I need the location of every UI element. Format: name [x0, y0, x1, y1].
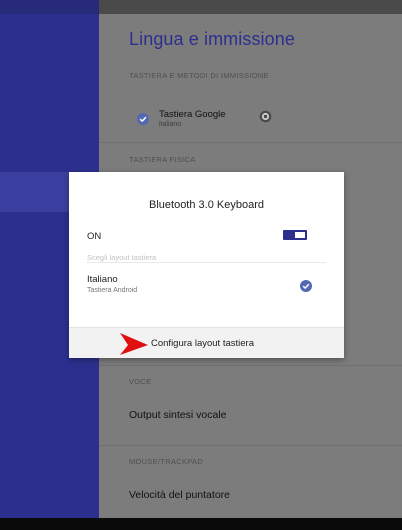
dialog-footer: Configura layout tastiera [69, 327, 344, 358]
sidebar-header [0, 0, 99, 14]
configure-layout-button[interactable]: Configura layout tastiera [69, 328, 344, 359]
check-circle-icon [300, 280, 312, 292]
keyboard-layout-dialog: Bluetooth 3.0 Keyboard ON Scegli layout … [69, 172, 344, 358]
keyboard-name: Tastiera Google [159, 109, 226, 120]
section-header-voice: VOCE [129, 377, 152, 386]
dialog-title: Bluetooth 3.0 Keyboard [149, 199, 264, 211]
page-title: Lingua e immissione [129, 29, 295, 49]
section-header-physical-keyboard: TASTIERA FISICA [129, 155, 196, 164]
divider [87, 262, 326, 263]
divider [99, 142, 402, 143]
section-header-mouse: MOUSE/TRACKPAD [129, 457, 204, 466]
pointer-speed-item[interactable]: Velocità del puntatore [129, 489, 230, 501]
tts-output-item[interactable]: Output sintesi vocale [129, 409, 226, 421]
check-circle-icon [137, 113, 149, 125]
red-arrow-icon [120, 333, 148, 355]
configure-layout-label: Configura layout tastiera [151, 338, 254, 349]
navigation-bar [0, 518, 402, 530]
keyboard-language: italiano [159, 121, 182, 128]
section-header-keyboards: TASTIERA E METODI DI IMMISSIONE [129, 71, 269, 80]
switch-label: ON [87, 231, 102, 242]
gear-icon[interactable] [259, 110, 272, 123]
divider [99, 365, 402, 366]
layout-option-italiano[interactable]: Italiano Tastiera Android [69, 268, 344, 306]
tablet-screen: Lingua e immissione TASTIERA E METODI DI… [0, 0, 402, 530]
layout-source: Tastiera Android [87, 287, 138, 294]
layout-name: Italiano [87, 274, 118, 285]
divider [99, 445, 402, 446]
bluetooth-keyboard-toggle[interactable] [283, 230, 307, 240]
layout-hint: Scegli layout tastiera [87, 253, 157, 262]
toggle-thumb [295, 232, 305, 238]
